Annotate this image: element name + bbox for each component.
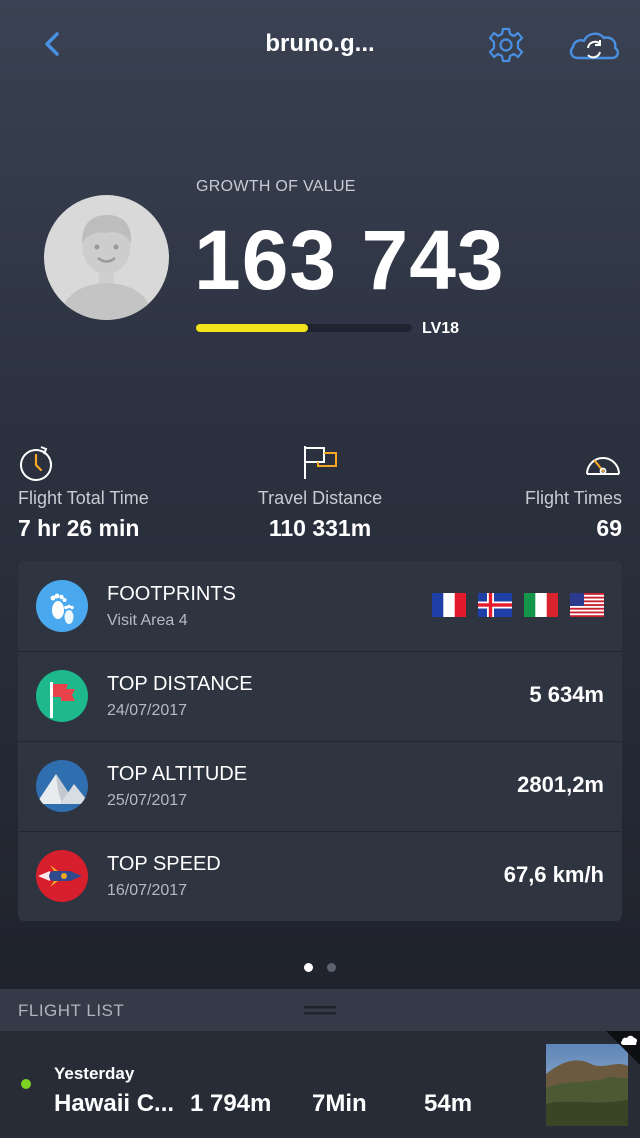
record-title: TOP SPEED: [107, 853, 221, 875]
record-row-top-altitude[interactable]: TOP ALTITUDE 25/07/2017 2801,2m: [18, 741, 622, 832]
record-title: TOP ALTITUDE: [107, 763, 248, 785]
visited-flags: [432, 593, 604, 618]
user-avatar-icon: [62, 215, 151, 320]
flight-list-item[interactable]: [0, 1031, 640, 1138]
flight-altitude: 54m: [424, 1090, 473, 1117]
rocket-icon: [36, 850, 88, 902]
flight-date: Yesterday: [54, 1064, 135, 1083]
flag-icon: [300, 442, 340, 482]
italy-flag-icon: [524, 593, 558, 617]
record-row-top-distance[interactable]: TOP DISTANCE 24/07/2017 5 634m: [18, 651, 622, 742]
avatar[interactable]: [44, 195, 169, 320]
stopwatch-icon: [17, 444, 57, 484]
record-subtitle: 16/07/2017: [107, 882, 188, 899]
growth-value: 163 743: [194, 213, 505, 307]
red-flag-icon: [36, 670, 88, 722]
flight-distance: 1 794m: [190, 1090, 272, 1117]
stat-value-flight-times: 69: [596, 515, 622, 541]
france-flag-icon: [432, 593, 466, 617]
cloud-sync-icon: [569, 32, 620, 60]
speedometer-icon: [583, 444, 623, 484]
flight-name: Hawaii C...: [54, 1090, 175, 1117]
record-title: FOOTPRINTS: [107, 583, 236, 605]
gear-icon: [488, 27, 524, 63]
footprints-icon: [36, 580, 88, 632]
iceland-flag-icon: [478, 593, 512, 617]
records-card: FOOTPRINTS Visit Area 4 TOP DISTANCE 24/…: [18, 561, 622, 921]
growth-label: GROWTH OF VALUE: [196, 178, 356, 195]
stat-value-travel-distance: 110 331m: [268, 515, 372, 541]
level-progress-fill: [196, 324, 309, 332]
stat-label-flight-times: Flight Times: [524, 488, 622, 508]
drag-handle-icon[interactable]: [304, 1004, 336, 1018]
record-row-top-speed[interactable]: TOP SPEED 16/07/2017 67,6 km/h: [18, 831, 622, 921]
usa-flag-icon: [570, 593, 604, 617]
record-row-footprints[interactable]: FOOTPRINTS Visit Area 4: [18, 561, 622, 652]
record-value: 2801,2m: [517, 772, 604, 797]
record-value: 5 634m: [529, 682, 604, 707]
level-badge: LV18: [422, 320, 460, 337]
flight-duration: 7Min: [312, 1090, 367, 1117]
settings-button[interactable]: [486, 25, 526, 65]
cloud-badge: [600, 1031, 640, 1065]
record-title: TOP DISTANCE: [107, 673, 253, 695]
mountain-icon: [36, 760, 88, 812]
level-progress-bar: [196, 324, 412, 332]
page-title: bruno.g...: [265, 30, 375, 57]
pager-dot-active[interactable]: [304, 963, 313, 972]
record-subtitle: 25/07/2017: [107, 792, 188, 809]
record-subtitle: Visit Area 4: [107, 612, 188, 629]
flight-list-title: FLIGHT LIST: [18, 1001, 125, 1020]
status-dot: [21, 1079, 31, 1089]
record-value: 67,6 km/h: [503, 862, 604, 887]
cloud-sync-button[interactable]: [566, 24, 622, 66]
record-subtitle: 24/07/2017: [107, 702, 188, 719]
pager-dot[interactable]: [327, 963, 336, 972]
